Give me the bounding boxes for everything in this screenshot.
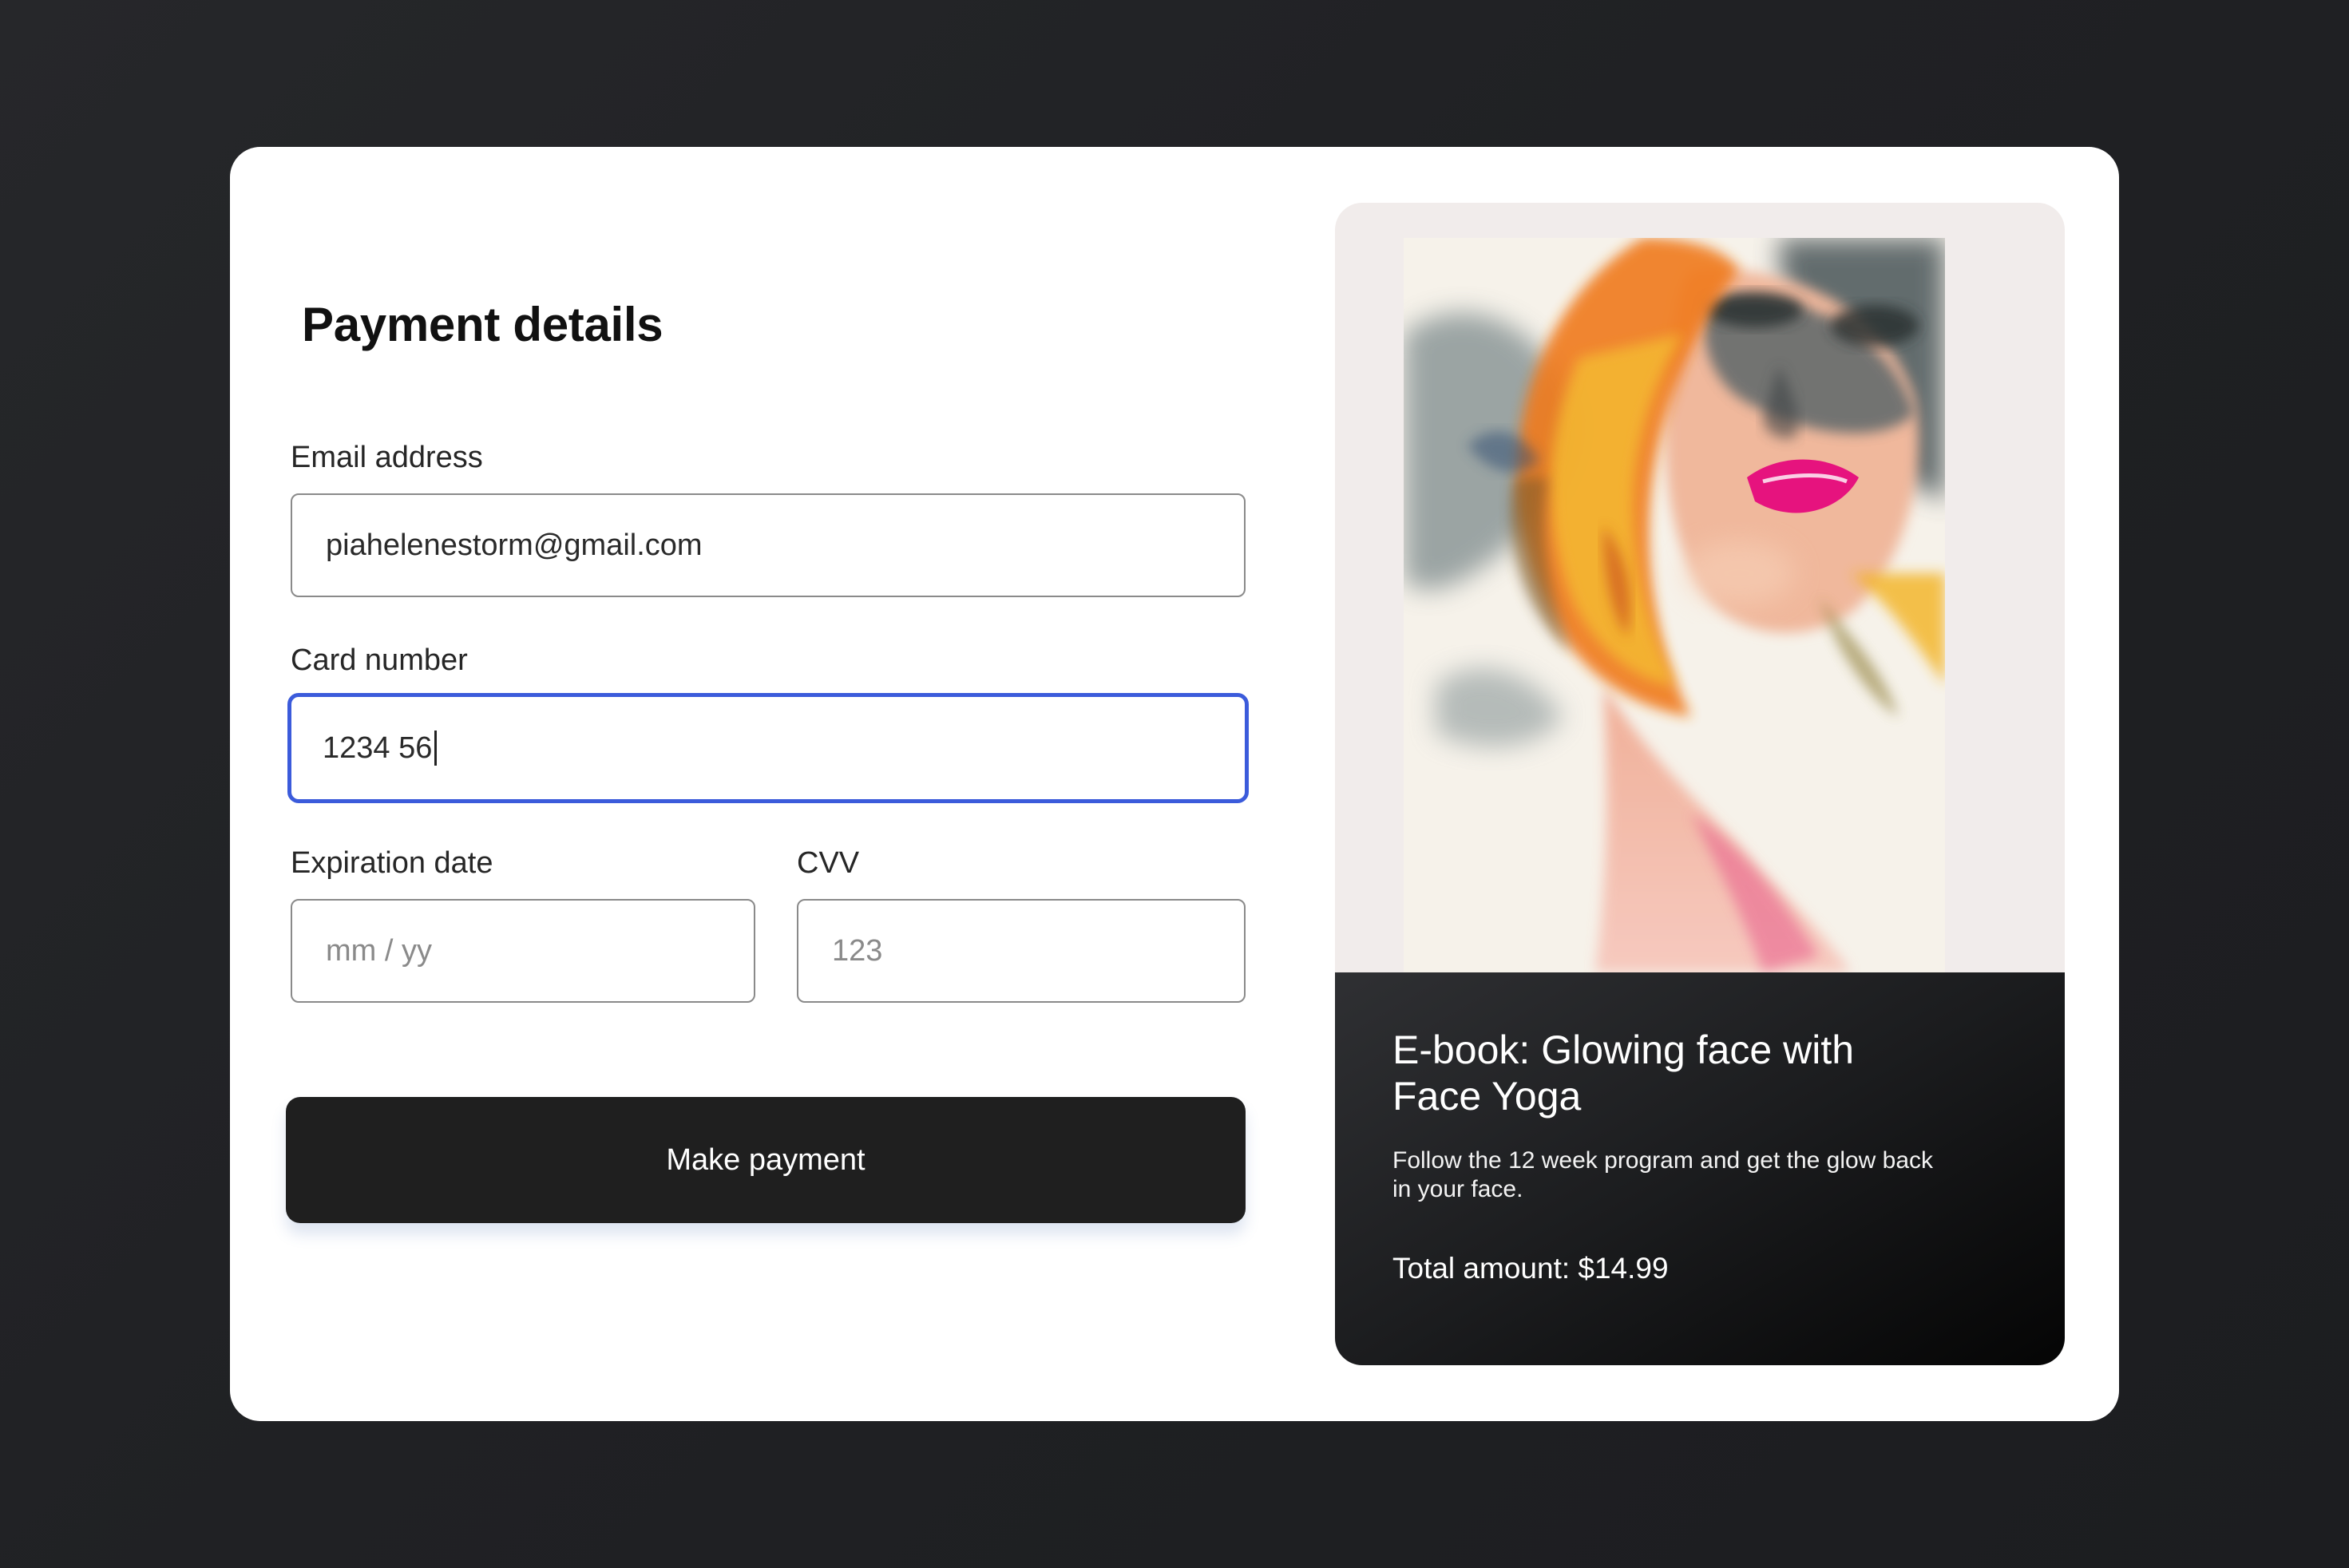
cvv-label: CVV	[797, 846, 860, 880]
card-number-label: Card number	[291, 643, 468, 677]
total-amount: Total amount: $14.99	[1392, 1252, 1669, 1285]
page-title: Payment details	[302, 298, 664, 351]
expiration-label: Expiration date	[291, 846, 493, 880]
cvv-placeholder: 123	[832, 933, 883, 968]
expiration-placeholder: mm / yy	[326, 933, 432, 968]
product-image	[1404, 238, 1945, 972]
product-summary: E-book: Glowing face with Face Yoga Foll…	[1335, 203, 2065, 1365]
card-number-value: 1234 56	[323, 731, 433, 765]
product-title: E-book: Glowing face with Face Yoga	[1392, 1028, 1855, 1119]
email-label: Email address	[291, 441, 483, 474]
card-number-field[interactable]: 1234 56	[287, 693, 1249, 803]
product-info: E-book: Glowing face with Face Yoga Foll…	[1335, 972, 2065, 1365]
product-description: Follow the 12 week program and get the g…	[1392, 1147, 1934, 1202]
expiration-field[interactable]: mm / yy	[291, 899, 755, 1003]
make-payment-button[interactable]: Make payment	[286, 1097, 1246, 1223]
email-field[interactable]: piahelenestorm@gmail.com	[291, 493, 1246, 597]
email-value: piahelenestorm@gmail.com	[326, 528, 703, 562]
payment-card: Payment details Email address piahelenes…	[230, 147, 2119, 1421]
cvv-field[interactable]: 123	[797, 899, 1246, 1003]
text-caret	[434, 731, 438, 766]
